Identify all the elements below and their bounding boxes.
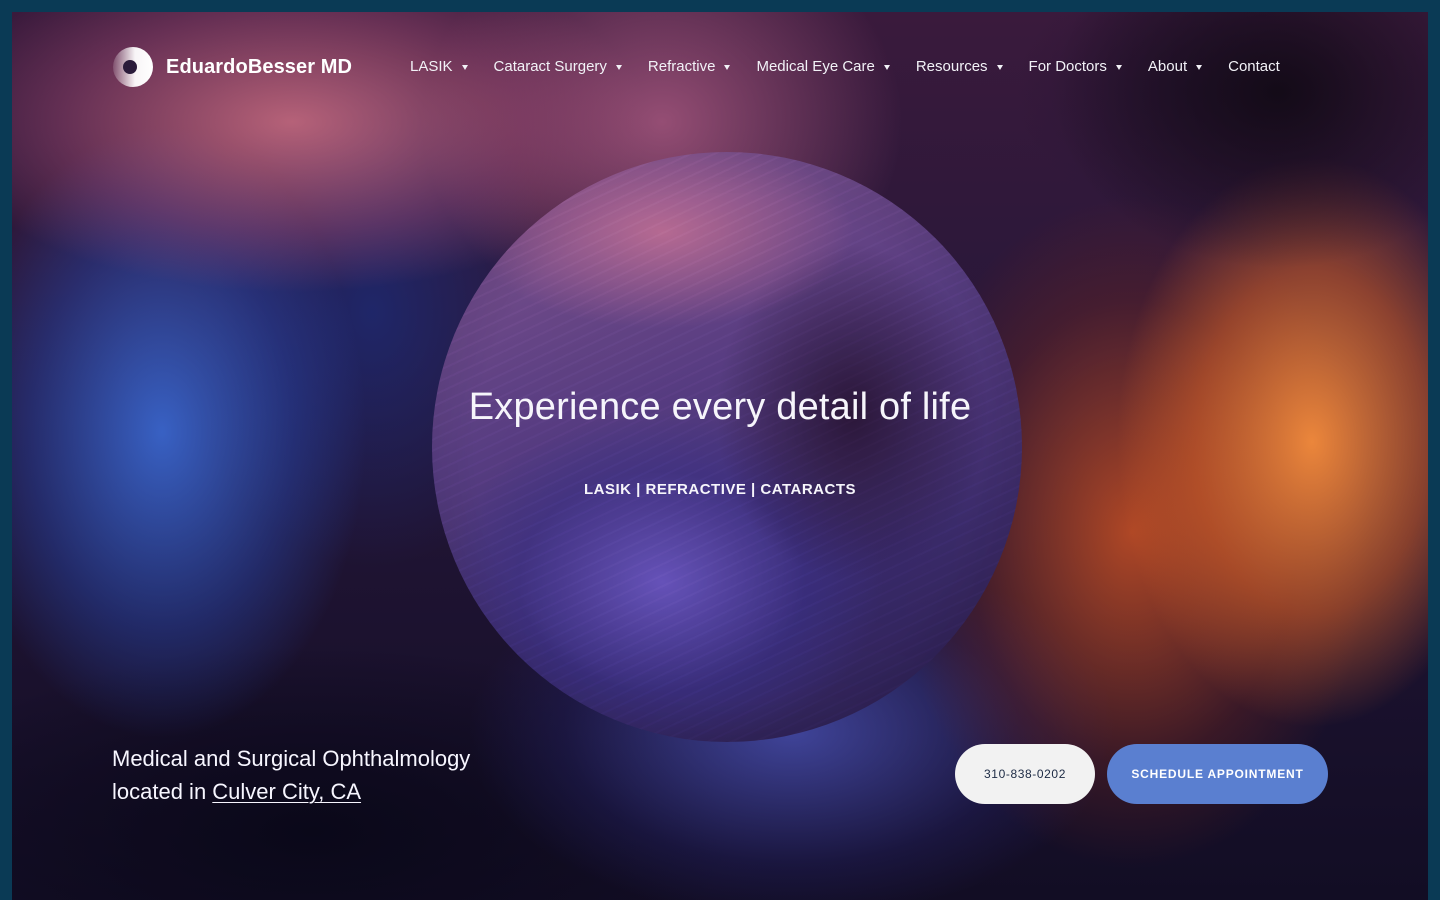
tagline-prefix: located in <box>112 779 213 804</box>
schedule-appointment-button[interactable]: SCHEDULE APPOINTMENT <box>1107 744 1328 804</box>
nav-item-label: About <box>1147 58 1188 75</box>
caret-down-icon <box>1196 65 1203 70</box>
caret-down-icon <box>461 65 468 70</box>
nav-item-label: Contact <box>1228 58 1280 75</box>
nav-item-cataract-surgery[interactable]: Cataract Surgery <box>494 58 622 75</box>
nav-item-medical-eye-care[interactable]: Medical Eye Care <box>756 58 890 75</box>
eye-logo-icon <box>112 46 154 88</box>
nav-item-label: Refractive <box>647 58 716 75</box>
site-header: EduardoBesser MD LASIK Cataract Surgery … <box>12 12 1428 124</box>
caret-down-icon <box>724 65 731 70</box>
nav-item-label: Cataract Surgery <box>493 58 607 75</box>
nav-item-label: Resources <box>915 58 988 75</box>
caret-down-icon <box>883 65 890 70</box>
nav-item-label: Medical Eye Care <box>756 58 875 75</box>
nav-item-contact[interactable]: Contact <box>1228 58 1280 75</box>
brand-link[interactable]: EduardoBesser MD <box>112 46 352 88</box>
tagline-line-1: Medical and Surgical Ophthalmology <box>112 746 471 771</box>
nav-item-label: LASIK <box>410 58 453 75</box>
nav-item-about[interactable]: About <box>1147 58 1203 75</box>
main-navigation: LASIK Cataract Surgery Refractive Medica… <box>410 58 1280 75</box>
location-link[interactable]: Culver City, CA <box>212 779 361 804</box>
brand-name: EduardoBesser MD <box>166 55 353 78</box>
caret-down-icon <box>1115 65 1122 70</box>
nav-item-refractive[interactable]: Refractive <box>648 58 731 75</box>
phone-button[interactable]: 310-838-0202 <box>955 744 1095 804</box>
focus-circle-image <box>432 152 1022 742</box>
practice-tagline: Medical and Surgical Ophthalmology locat… <box>112 742 632 808</box>
caret-down-icon <box>615 65 622 70</box>
hero-subtitle: LASIK | REFRACTIVE | CATARACTS <box>584 481 856 498</box>
nav-item-for-doctors[interactable]: For Doctors <box>1029 58 1122 75</box>
nav-item-lasik[interactable]: LASIK <box>410 58 468 75</box>
hero-title: Experience every detail of life <box>468 386 972 428</box>
tagline-line-2: located in Culver City, CA <box>112 775 632 808</box>
caret-down-icon <box>996 65 1003 70</box>
nav-item-resources[interactable]: Resources <box>916 58 1003 75</box>
page-frame: EduardoBesser MD LASIK Cataract Surgery … <box>12 12 1428 900</box>
nav-item-label: For Doctors <box>1028 58 1107 75</box>
